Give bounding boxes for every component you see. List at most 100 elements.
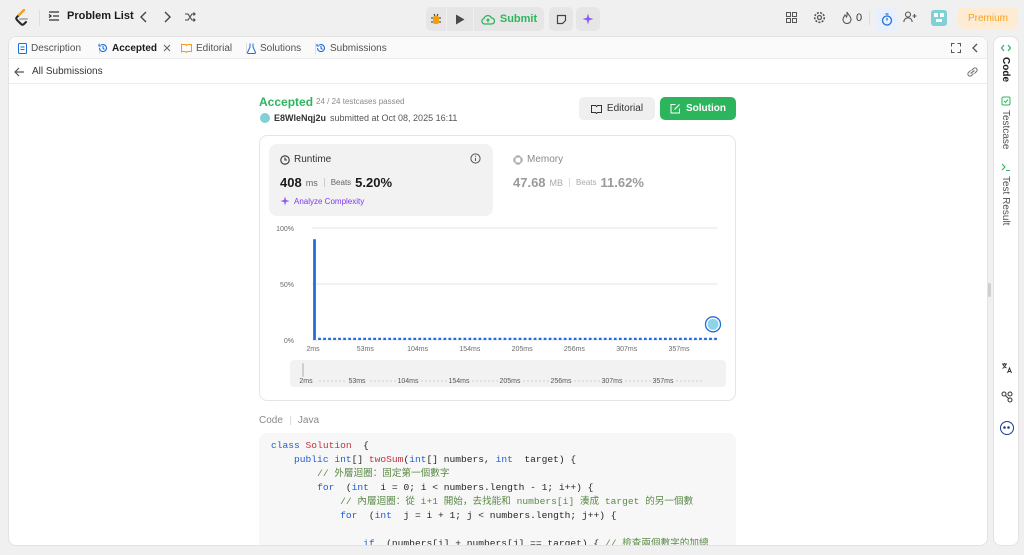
tab-code[interactable]: Code <box>1000 43 1011 82</box>
streak-count: 0 <box>856 11 863 24</box>
shuffle-icon[interactable] <box>184 11 196 23</box>
tab-description[interactable]: Description <box>18 37 81 59</box>
navigator-dot <box>547 380 549 382</box>
top-navbar: Problem List Submit 0 Premium <box>0 0 1024 36</box>
x-tick-label: 154ms <box>459 346 481 353</box>
tab-testcase[interactable]: Testcase <box>1000 96 1011 149</box>
solution-button[interactable]: Solution <box>660 97 736 120</box>
sparkle-icon <box>280 196 290 206</box>
histogram-bar <box>443 337 447 340</box>
cloud-upload-icon <box>481 14 495 25</box>
panel-tabs: Description Accepted Editorial Solutions… <box>9 37 987 59</box>
navigator-tick-label: 357ms <box>652 378 674 385</box>
info-icon[interactable] <box>470 153 481 164</box>
navigator-dot <box>488 380 490 382</box>
avatar[interactable] <box>260 113 270 123</box>
histogram-bar <box>608 337 612 340</box>
code-icon <box>1000 44 1011 52</box>
chevron-left-icon[interactable] <box>139 11 149 23</box>
runtime-box[interactable]: Runtime 408 ms Beats 5.20% Analyze Compl… <box>269 144 493 216</box>
document-icon <box>18 42 27 54</box>
histogram-bar <box>333 337 336 340</box>
tab-test-result[interactable]: Test Result <box>1000 162 1011 225</box>
histogram-bar <box>313 239 316 340</box>
timer-button[interactable] <box>876 7 898 31</box>
histogram-bar <box>463 337 467 340</box>
avatar[interactable] <box>931 10 947 26</box>
navigator-tick-label: 307ms <box>601 378 623 385</box>
histogram-bar <box>338 337 341 340</box>
checkbox-icon <box>1001 96 1010 106</box>
gear-icon[interactable] <box>813 11 826 24</box>
navigator-dot <box>386 380 388 382</box>
problem-list-label: Problem List <box>67 10 134 22</box>
editorial-button[interactable]: Editorial <box>579 97 655 120</box>
tab-submissions[interactable]: Submissions <box>316 37 387 59</box>
notes-button[interactable] <box>549 7 573 31</box>
panel-resize-handle[interactable] <box>988 283 991 297</box>
premium-button[interactable]: Premium <box>958 7 1018 29</box>
layout-icon[interactable] <box>786 12 797 23</box>
histogram-bar <box>468 337 472 340</box>
assistant-bot-icon[interactable] <box>1000 421 1014 435</box>
histogram-bar <box>568 337 572 340</box>
memory-box[interactable]: Memory 47.68 MB Beats 11.62% <box>502 144 726 216</box>
translate-icon[interactable] <box>1001 362 1013 374</box>
histogram-bar <box>558 337 562 340</box>
add-user-icon[interactable] <box>903 11 917 23</box>
histogram-bar <box>343 337 346 340</box>
navigator-tick-label: 154ms <box>448 378 470 385</box>
histogram-bar <box>714 337 717 340</box>
code-block[interactable]: class Solution { public int[] twoSum(int… <box>259 433 736 545</box>
histogram-bar <box>423 337 427 340</box>
maximize-icon[interactable] <box>951 43 961 53</box>
submit-button[interactable]: Submit <box>474 7 544 31</box>
histogram-bar <box>323 337 326 340</box>
close-icon[interactable] <box>163 44 171 52</box>
leetcode-logo[interactable] <box>14 9 30 27</box>
all-submissions-link[interactable]: All Submissions <box>14 66 103 77</box>
analyze-complexity-link[interactable]: Analyze Complexity <box>280 196 364 206</box>
runtime-header: Runtime <box>280 154 331 165</box>
navigator-dot <box>441 380 443 382</box>
histogram-bar <box>653 337 657 340</box>
histogram-bar <box>328 337 331 340</box>
tab-test-result-label: Test Result <box>1000 176 1011 226</box>
bug-icon <box>431 13 441 24</box>
link-icon[interactable] <box>966 67 979 77</box>
ai-assistant-button[interactable] <box>576 7 600 31</box>
code-header: Code Java <box>259 415 319 426</box>
histogram-bar <box>518 337 522 340</box>
debug-button[interactable] <box>426 7 446 31</box>
note-icon <box>556 14 566 24</box>
sparkle-icon <box>582 13 594 25</box>
navigator-dot <box>700 380 702 382</box>
streak-counter[interactable]: 0 <box>842 11 862 24</box>
histogram-bar <box>694 337 697 340</box>
link-nodes-icon[interactable] <box>1001 391 1013 403</box>
histogram-bar <box>638 337 642 340</box>
histogram-bar <box>493 337 497 340</box>
submitter-name[interactable]: E8WleNqj2u <box>274 113 326 123</box>
tab-solutions[interactable]: Solutions <box>247 37 301 59</box>
edit-icon <box>670 104 680 114</box>
navigator-dot <box>319 380 321 382</box>
submission-time: submitted at Oct 08, 2025 16:11 <box>330 113 458 123</box>
collapse-icon[interactable] <box>971 43 979 53</box>
history-icon <box>316 44 326 53</box>
runtime-distribution-chart[interactable]: 100% 50% 0% 2ms 53ms 104ms 154ms 205ms 256ms 307m… <box>260 220 735 400</box>
navigator-tick-label: 205ms <box>499 378 521 385</box>
histogram-bar <box>593 337 597 340</box>
histogram-bar <box>528 337 532 340</box>
histogram-bar <box>689 337 692 340</box>
navigator-dot <box>633 380 635 382</box>
tab-editorial[interactable]: Editorial <box>181 37 232 59</box>
tab-accepted[interactable]: Accepted <box>98 37 171 59</box>
problem-list-button[interactable]: Problem List <box>48 10 134 22</box>
divider <box>289 416 291 425</box>
divider <box>39 10 40 26</box>
chevron-right-icon[interactable] <box>162 11 172 23</box>
navigator-dot <box>445 380 447 382</box>
runtime-value: 408 <box>280 175 302 190</box>
run-button[interactable] <box>447 7 473 31</box>
